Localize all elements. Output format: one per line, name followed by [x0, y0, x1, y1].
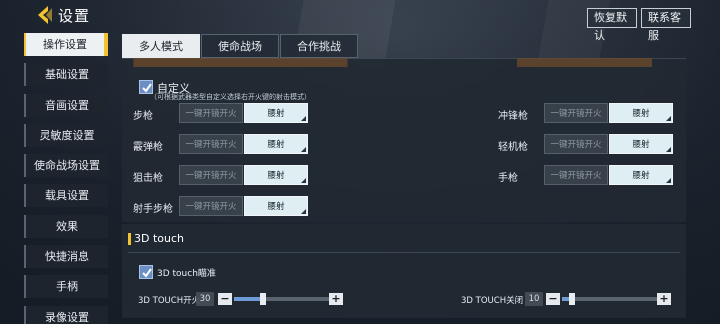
tab-multiplayer[interactable]: 多人模式: [122, 34, 200, 58]
section-divider: [128, 252, 680, 253]
pistol-hipfire-option[interactable]: 腰射: [609, 165, 673, 185]
touch3d-close-plus-button[interactable]: +: [657, 293, 671, 305]
sniper-hipfire-option[interactable]: 腰射: [244, 165, 308, 185]
touch3d-close-slider-thumb[interactable]: [569, 293, 575, 305]
rifle-ads-fire-option[interactable]: 一键开镜开火: [179, 103, 243, 123]
sidebar-item-audio-video[interactable]: 音画设置: [24, 93, 108, 117]
touch3d-close-slider[interactable]: [562, 297, 657, 301]
smg-hipfire-option[interactable]: 腰射: [609, 103, 673, 123]
back-arrow-icon[interactable]: [34, 4, 56, 26]
sidebar-item-controller[interactable]: 手柄: [24, 275, 108, 299]
page-title: 设置: [58, 7, 91, 25]
touch3d-close-minus-button[interactable]: −: [546, 293, 560, 305]
marksman-ads-fire-option[interactable]: 一键开镜开火: [179, 196, 243, 216]
checkmark-icon: [142, 268, 152, 278]
touch3d-fire-plus-button[interactable]: +: [329, 293, 343, 305]
restore-default-button[interactable]: 恢复默认: [587, 8, 637, 42]
rifle-hipfire-option[interactable]: 腰射: [244, 103, 308, 123]
shotgun-ads-fire-option[interactable]: 一键开镜开火: [179, 134, 243, 154]
sidebar-item-quick-messages[interactable]: 快捷消息: [24, 245, 108, 269]
weapon-label-sniper: 狙击枪: [133, 173, 163, 184]
smg-ads-fire-option[interactable]: 一键开镜开火: [544, 103, 608, 123]
sidebar-item-recording[interactable]: 录像设置: [24, 305, 108, 324]
sidebar-item-battle-royale[interactable]: 使命战场设置: [24, 154, 108, 178]
section-accent-bar: [128, 233, 131, 245]
tab-battle-royale[interactable]: 使命战场: [201, 34, 279, 58]
custom-note: （可根据武器类型自定义选择右开火键的射击模式）: [150, 93, 311, 101]
pistol-ads-fire-option[interactable]: 一键开镜开火: [544, 165, 608, 185]
touch3d-aim-label: 3D touch瞄准: [157, 269, 216, 279]
sidebar-item-vehicle[interactable]: 载具设置: [24, 184, 108, 208]
sidebar-item-sensitivity[interactable]: 灵敏度设置: [24, 123, 108, 147]
touch3d-fire-slider-thumb[interactable]: [260, 293, 266, 305]
touch3d-aim-checkbox[interactable]: [139, 265, 153, 279]
sidebar-item-basic[interactable]: 基础设置: [24, 63, 108, 87]
weapon-label-marksman: 射手步枪: [133, 204, 173, 215]
touch3d-fire-slider-fill: [234, 297, 263, 301]
touch3d-close-label: 3D TOUCH关闭: [461, 296, 524, 306]
tab-co-op[interactable]: 合作挑战: [280, 34, 358, 58]
contact-support-button[interactable]: 联系客服: [641, 8, 691, 42]
sidebar-item-operation[interactable]: 操作设置: [24, 33, 108, 56]
weapon-label-pistol: 手枪: [498, 173, 518, 184]
touch3d-fire-slider[interactable]: [234, 297, 329, 301]
weapon-label-rifle: 步枪: [133, 111, 153, 122]
settings-sidebar: 操作设置 基础设置 音画设置 灵敏度设置 使命战场设置 载具设置 效果 快捷消息…: [24, 33, 108, 324]
touch3d-fire-label: 3D TOUCH开火: [138, 296, 201, 306]
sniper-ads-fire-option[interactable]: 一键开镜开火: [179, 165, 243, 185]
mode-tabs: 多人模式 使命战场 合作挑战: [122, 34, 359, 58]
weapon-label-shotgun: 霰弹枪: [133, 142, 163, 153]
touch3d-close-value: 10: [525, 292, 543, 306]
lmg-hipfire-option[interactable]: 腰射: [609, 134, 673, 154]
sidebar-item-effects[interactable]: 效果: [24, 214, 108, 238]
marksman-hipfire-option[interactable]: 腰射: [244, 196, 308, 216]
lmg-ads-fire-option[interactable]: 一键开镜开火: [544, 134, 608, 154]
touch3d-section-title: 3D touch: [134, 232, 184, 245]
panel-decoration-strip: [122, 58, 686, 67]
shotgun-hipfire-option[interactable]: 腰射: [244, 134, 308, 154]
touch3d-fire-value: 30: [196, 292, 214, 306]
weapon-label-lmg: 轻机枪: [498, 142, 528, 153]
touch3d-fire-minus-button[interactable]: −: [218, 293, 232, 305]
weapon-label-smg: 冲锋枪: [498, 111, 528, 122]
